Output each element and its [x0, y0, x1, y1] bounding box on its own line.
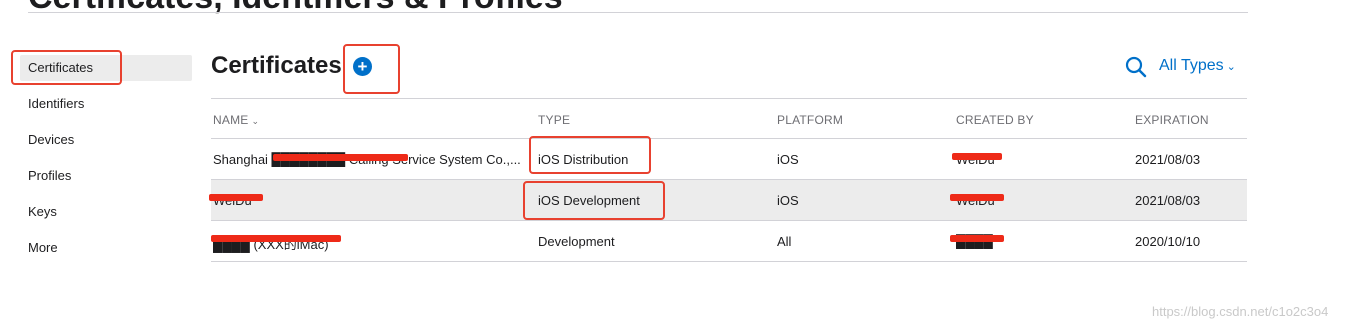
cell-expiration: 2020/10/10 — [1135, 234, 1201, 249]
cell-expiration: 2021/08/03 — [1135, 193, 1201, 208]
search-button[interactable] — [1125, 56, 1147, 78]
redaction-mark — [950, 194, 1004, 201]
cell-platform: All — [777, 234, 792, 249]
cell-platform: iOS — [777, 193, 799, 208]
type-filter-dropdown[interactable]: All Types ⌄ — [1159, 57, 1236, 75]
redaction-mark — [273, 154, 408, 161]
cell-type: iOS Development — [538, 193, 640, 208]
cell-type: Development — [538, 234, 615, 249]
sidebar-item-more[interactable]: More — [20, 235, 192, 261]
column-header-type: TYPE — [538, 113, 571, 127]
column-header-created-by: CREATED BY — [956, 113, 1034, 127]
cell-platform: iOS — [777, 152, 799, 167]
cell-expiration: 2021/08/03 — [1135, 152, 1201, 167]
sidebar-item-devices[interactable]: Devices — [20, 127, 192, 153]
sidebar-item-keys[interactable]: Keys — [20, 199, 192, 225]
certificates-table: NAME ⌄ TYPE PLATFORM CREATED BY EXPIRATIO… — [211, 98, 1247, 262]
column-header-platform: PLATFORM — [777, 113, 844, 127]
table-row[interactable]: WeiDu iOS Development iOS WeiDu 2021/08/… — [211, 180, 1247, 221]
sidebar-item-certificates[interactable]: Certificates — [20, 55, 192, 81]
table-header: NAME ⌄ TYPE PLATFORM CREATED BY EXPIRATIO… — [211, 98, 1247, 139]
column-header-name-label: NAME — [213, 113, 249, 127]
plus-circle-icon: + — [357, 57, 368, 76]
add-certificate-button[interactable]: + — [353, 57, 372, 76]
heading-divider — [28, 12, 1248, 13]
table-row[interactable]: ████ (XXX的iMac) Development All ████ 202… — [211, 221, 1247, 262]
redaction-mark — [950, 235, 1004, 242]
section-title: Certificates — [211, 52, 342, 79]
search-icon — [1125, 56, 1147, 78]
redaction-mark — [211, 235, 341, 242]
redaction-mark — [209, 194, 263, 201]
cell-type: iOS Distribution — [538, 152, 629, 167]
sidebar-item-profiles[interactable]: Profiles — [20, 163, 192, 189]
chevron-down-icon: ⌄ — [1226, 61, 1236, 73]
column-header-expiration: EXPIRATION — [1135, 113, 1209, 127]
page-heading: Certificates, Identifiers & Profiles — [28, 0, 563, 17]
watermark: https://blog.csdn.net/c1o2c3o4 — [1152, 304, 1329, 319]
type-filter-label: All Types — [1159, 57, 1224, 74]
column-header-name[interactable]: NAME ⌄ — [213, 113, 259, 127]
redaction-mark — [952, 153, 1002, 160]
sidebar: Certificates Identifiers Devices Profile… — [20, 55, 192, 271]
chevron-down-icon: ⌄ — [251, 116, 260, 126]
sidebar-item-identifiers[interactable]: Identifiers — [20, 91, 192, 117]
